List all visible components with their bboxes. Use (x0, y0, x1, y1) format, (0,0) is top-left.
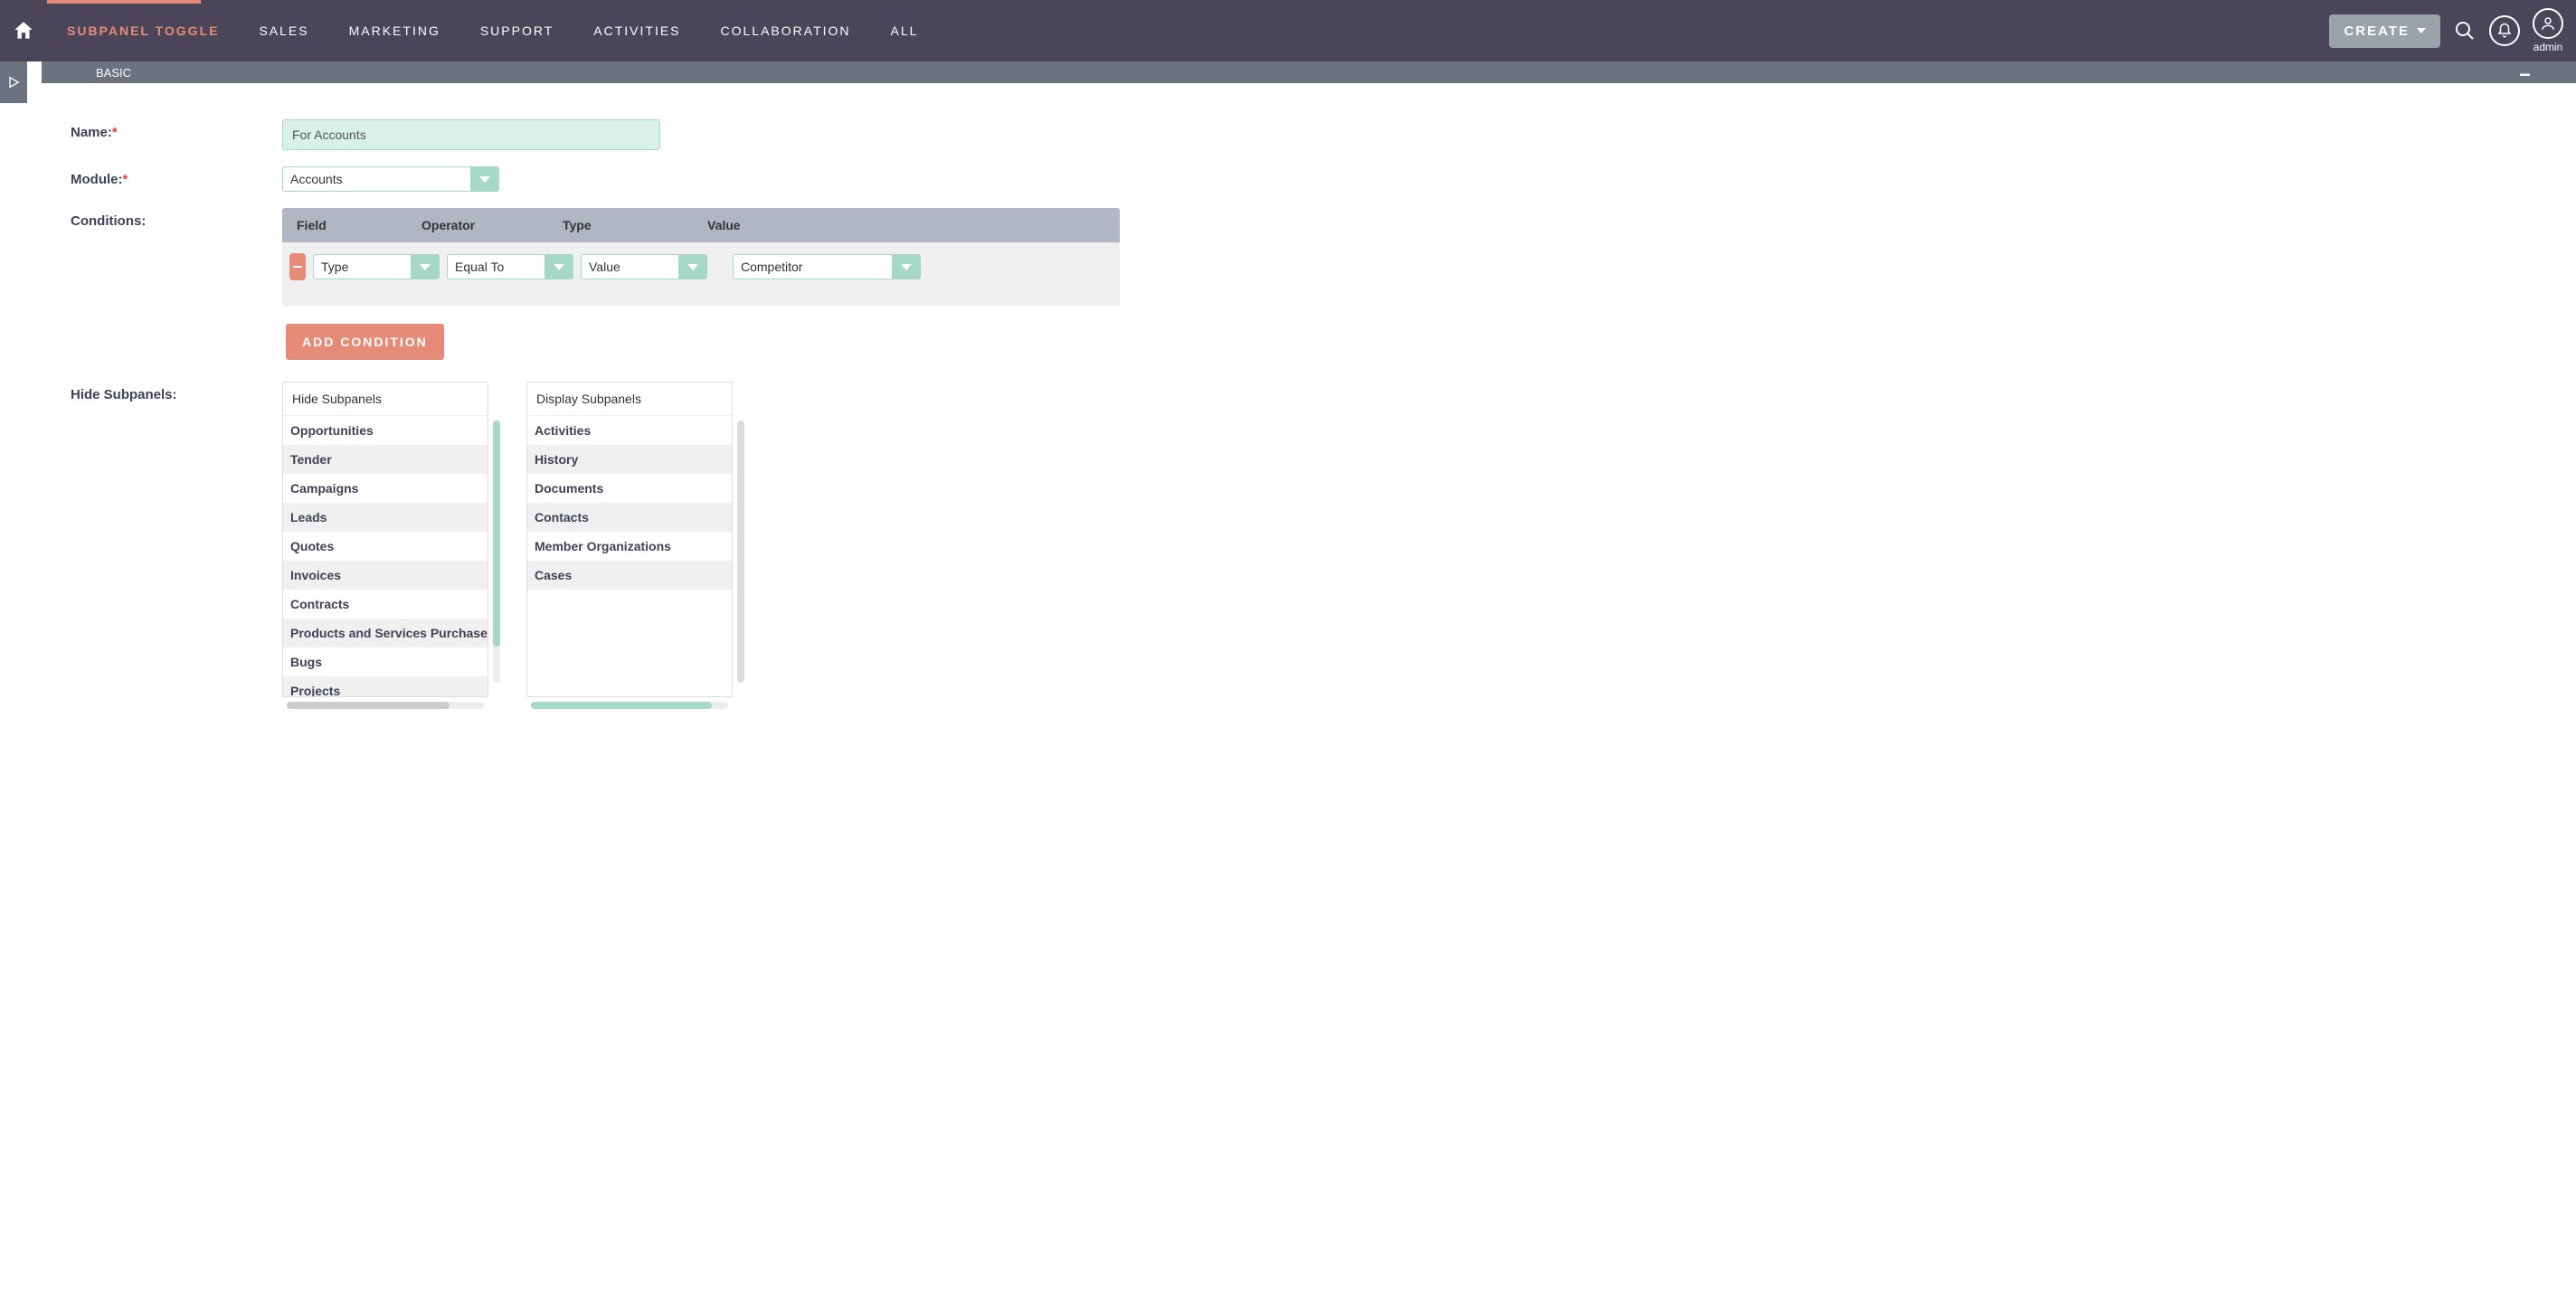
scrollbar-thumb[interactable] (531, 702, 712, 709)
expand-sidebar-button[interactable] (0, 61, 27, 103)
nav-support[interactable]: SUPPORT (460, 24, 573, 38)
vertical-scrollbar[interactable] (493, 420, 500, 683)
conditions-row: Type Equal To Value Competitor (282, 242, 1120, 306)
search-icon (2454, 20, 2476, 42)
display-subpanels-column: Display Subpanels Activities History Doc… (526, 382, 733, 697)
nav-collaboration[interactable]: COLLABORATION (701, 24, 871, 38)
condition-type-select[interactable]: Value (581, 254, 707, 279)
name-label: Name:* (71, 119, 282, 140)
home-icon (12, 19, 35, 43)
list-item[interactable]: Campaigns (283, 474, 488, 503)
conditions-header: Field Operator Type Value (282, 208, 1120, 242)
condition-field-select[interactable]: Type (313, 254, 440, 279)
nav-all[interactable]: ALL (871, 24, 939, 38)
display-subpanels-list: Activities History Documents Contacts Me… (527, 416, 732, 590)
nav-subpanel-toggle[interactable]: SUBPANEL TOGGLE (47, 24, 239, 38)
conditions-block: Field Operator Type Value Type Equal To … (282, 208, 1120, 360)
col-value: Value (707, 218, 888, 232)
list-item[interactable]: Tender (283, 445, 488, 474)
chevron-down-icon (479, 176, 490, 183)
horizontal-scrollbar[interactable] (531, 702, 728, 709)
user-avatar (2533, 8, 2563, 39)
create-button[interactable]: CREATE (2329, 14, 2440, 48)
active-tab-indicator (47, 0, 201, 4)
nav-activities[interactable]: ACTIVITIES (573, 24, 700, 38)
list-item[interactable]: Opportunities (283, 416, 488, 445)
list-item[interactable]: Contacts (527, 503, 732, 532)
list-item[interactable]: Quotes (283, 532, 488, 561)
search-button[interactable] (2453, 19, 2477, 43)
user-menu[interactable]: admin (2533, 8, 2563, 53)
section-header: BASIC − (42, 61, 2576, 83)
play-icon (6, 75, 21, 90)
condition-field-toggle[interactable] (411, 254, 440, 279)
display-subpanels-header: Display Subpanels (527, 383, 732, 416)
condition-field-value: Type (313, 254, 411, 279)
col-type: Type (563, 218, 707, 232)
chevron-down-icon (901, 264, 912, 270)
subpanels-container: Hide Subpanels Opportunities Tender Camp… (282, 382, 733, 697)
chevron-down-icon (554, 264, 564, 270)
list-item[interactable]: Cases (527, 561, 732, 590)
bell-icon (2496, 23, 2513, 39)
list-item[interactable]: History (527, 445, 732, 474)
minus-icon (293, 266, 302, 268)
horizontal-scrollbar[interactable] (287, 702, 484, 709)
condition-value-select[interactable]: Competitor (733, 254, 921, 279)
form-content: Name:* Module:* Accounts Conditions: Fie… (0, 83, 1158, 750)
col-field: Field (282, 218, 421, 232)
condition-value-value: Competitor (733, 254, 892, 279)
list-item[interactable]: Contracts (283, 590, 488, 619)
condition-operator-select[interactable]: Equal To (447, 254, 573, 279)
module-label: Module:* (71, 166, 282, 187)
chevron-down-icon (687, 264, 698, 270)
create-label: CREATE (2344, 24, 2410, 39)
condition-operator-toggle[interactable] (545, 254, 573, 279)
list-item[interactable]: Invoices (283, 561, 488, 590)
conditions-label: Conditions: (71, 208, 282, 229)
list-item[interactable]: Projects (283, 676, 488, 696)
condition-value-toggle[interactable] (892, 254, 921, 279)
condition-type-value: Value (581, 254, 678, 279)
section-title: BASIC (96, 66, 131, 80)
user-icon (2540, 15, 2556, 32)
required-indicator: * (112, 125, 118, 140)
user-name: admin (2533, 41, 2563, 53)
minimize-button[interactable]: − (2519, 63, 2531, 87)
required-indicator: * (123, 172, 128, 187)
name-input[interactable] (282, 119, 660, 150)
home-button[interactable] (0, 0, 47, 61)
vertical-scrollbar[interactable] (737, 420, 744, 683)
scrollbar-thumb[interactable] (287, 702, 450, 709)
list-item[interactable]: Activities (527, 416, 732, 445)
scrollbar-thumb[interactable] (493, 420, 500, 647)
list-item[interactable]: Member Organizations (527, 532, 732, 561)
list-item[interactable]: Documents (527, 474, 732, 503)
caret-down-icon (2417, 28, 2426, 33)
module-select-toggle[interactable] (470, 166, 499, 192)
remove-condition-button[interactable] (289, 253, 306, 280)
hide-subpanels-column: Hide Subpanels Opportunities Tender Camp… (282, 382, 488, 697)
nav-sales[interactable]: SALES (239, 24, 328, 38)
add-condition-button[interactable]: ADD CONDITION (286, 324, 444, 360)
condition-operator-value: Equal To (447, 254, 545, 279)
list-item[interactable]: Leads (283, 503, 488, 532)
list-item[interactable]: Products and Services Purchased (283, 619, 488, 647)
nav-marketing[interactable]: MARKETING (329, 24, 460, 38)
module-select[interactable]: Accounts (282, 166, 499, 192)
col-operator: Operator (421, 218, 563, 232)
condition-type-toggle[interactable] (678, 254, 707, 279)
hide-subpanels-header: Hide Subpanels (283, 383, 488, 416)
module-select-value: Accounts (282, 166, 470, 192)
hide-subpanels-list: Opportunities Tender Campaigns Leads Quo… (283, 416, 488, 696)
hide-subpanels-label: Hide Subpanels: (71, 382, 282, 402)
top-navbar: SUBPANEL TOGGLE SALES MARKETING SUPPORT … (0, 0, 2576, 61)
list-item[interactable]: Bugs (283, 647, 488, 676)
chevron-down-icon (420, 264, 431, 270)
notifications-button[interactable] (2489, 15, 2520, 46)
